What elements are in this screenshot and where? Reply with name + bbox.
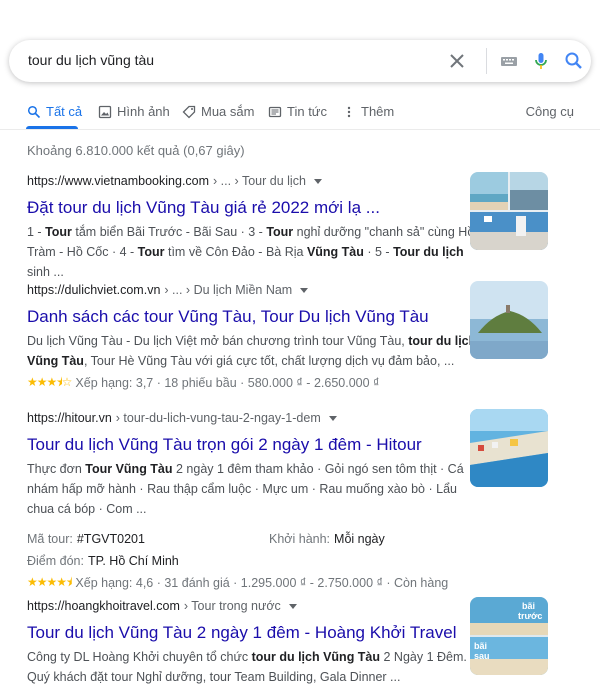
thumb-caption: sau <box>474 651 490 661</box>
tab-label: Thêm <box>361 104 395 119</box>
chevron-down-icon[interactable] <box>300 287 309 293</box>
url-breadcrumb: › Tour trong nước <box>183 599 281 613</box>
clear-icon[interactable] <box>445 49 469 73</box>
thumb-caption: bãi <box>474 641 487 651</box>
tools-button[interactable]: Công cụ <box>526 104 574 119</box>
keyboard-icon[interactable] <box>497 49 521 73</box>
tab-news[interactable]: Tin tức <box>268 104 327 119</box>
fact-value: TP. Hồ Chí Minh <box>87 554 179 568</box>
fact-value: #TGVT0201 <box>76 532 145 546</box>
url-breadcrumb: › ... › Du lịch Miền Nam <box>164 283 293 297</box>
chevron-down-icon[interactable] <box>288 603 297 609</box>
rating-text: Xếp hạng: 4,6 · 31 đánh giá · 1.295.000 … <box>75 576 449 590</box>
chevron-down-icon[interactable] <box>313 178 322 184</box>
tab-images[interactable]: Hình ảnh <box>98 104 170 119</box>
tab-all[interactable]: Tất cả <box>27 104 82 119</box>
star-rating-icon: ★★★⯨☆ <box>27 374 72 389</box>
result-thumbnail[interactable] <box>470 172 548 250</box>
url-domain: https://hoangkhoitravel.com <box>27 599 180 613</box>
rating-row: ★★★★⯨ Xếp hạng: 4,6 · 31 đánh giá · 1.29… <box>27 573 587 593</box>
tab-label: Tất cả <box>46 104 83 119</box>
active-tab-indicator <box>26 126 78 129</box>
image-icon <box>98 105 112 118</box>
fact-key: Điểm đón: <box>27 554 84 568</box>
news-icon <box>268 106 282 117</box>
search-icon[interactable] <box>562 49 586 73</box>
tab-more[interactable]: Thêm <box>342 104 394 119</box>
result-snippet: Du lịch Vũng Tàu - Du lịch Việt mở bán c… <box>27 334 477 368</box>
tab-label: Mua sắm <box>201 104 255 119</box>
rating-row: ★★★⯨☆ Xếp hạng: 3,7 · 18 phiếu bầu · 580… <box>27 373 587 393</box>
rating-text: Xếp hạng: 3,7 · 18 phiếu bầu · 580.000 ₫… <box>75 376 380 390</box>
url-domain: https://hitour.vn <box>27 411 112 425</box>
fact-key: Mã tour: <box>27 532 73 546</box>
tab-label: Hình ảnh <box>117 104 170 119</box>
tab-shopping[interactable]: Mua sắm <box>182 104 254 119</box>
result-stats: Khoảng 6.810.000 kết quả (0,67 giây) <box>27 143 245 158</box>
result-snippet: Công ty DL Hoàng Khởi chuyên tổ chức tou… <box>27 650 467 684</box>
star-rating-icon: ★★★★⯨ <box>27 574 72 589</box>
url-domain: https://www.vietnambooking.com <box>27 174 210 188</box>
fact-key: Khởi hành: <box>269 532 331 546</box>
microphone-icon[interactable] <box>529 49 553 73</box>
chevron-down-icon[interactable] <box>328 415 337 421</box>
search-tabs: Tất cả Hình ảnh Mua sắm Tin tức Thêm Côn… <box>0 96 600 130</box>
url-breadcrumb: › ... › Tour du lịch <box>213 174 306 188</box>
fact-value: Mỗi ngày <box>334 532 385 546</box>
fact-row: Mã tour: #TGVT0201 Khởi hành: Mỗi ngày <box>27 529 587 549</box>
result-snippet: 1 - Tour tắm biển Bãi Trước - Bãi Sau · … <box>27 225 475 279</box>
search-input[interactable]: tour du lịch vũng tàu <box>28 52 154 68</box>
tab-label: Tin tức <box>287 104 328 119</box>
search-box[interactable]: tour du lịch vũng tàu <box>9 40 591 82</box>
result-thumbnail[interactable] <box>470 281 548 359</box>
result-snippet: Thực đơn Tour Vũng Tàu 2 ngày 1 đêm tham… <box>27 462 464 516</box>
thumb-caption: bãi <box>522 601 535 611</box>
result-thumbnail[interactable]: bãi trước bãi sau <box>470 597 548 675</box>
search-icon <box>27 105 41 118</box>
fact-row: Điểm đón: TP. Hồ Chí Minh <box>27 551 587 571</box>
thumb-caption: trước <box>518 611 542 621</box>
result-thumbnail[interactable] <box>470 409 548 487</box>
more-vert-icon <box>347 106 351 117</box>
divider <box>486 48 487 74</box>
url-domain: https://dulichviet.com.vn <box>27 283 161 297</box>
url-breadcrumb: › tour-du-lich-vung-tau-2-ngay-1-dem <box>115 411 321 425</box>
tag-icon <box>182 105 196 118</box>
